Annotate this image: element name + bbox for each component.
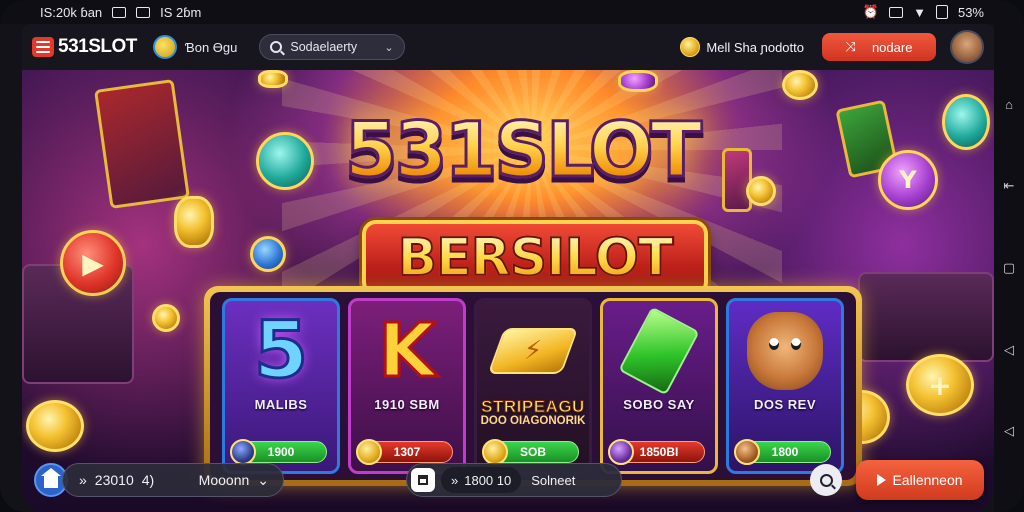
poster-left (94, 79, 190, 209)
reel-name: MALIBS (254, 397, 308, 412)
hero-title: 531SLOT (332, 108, 712, 191)
chevron-down-icon: ⌄ (257, 471, 269, 488)
balance-label: Mell Sha ɲodotto (706, 39, 804, 55)
k-symbol-icon: K (377, 307, 437, 396)
coin-gold-small (152, 304, 180, 332)
envelope-icon (112, 6, 127, 18)
logo-text: 531SLOT (58, 36, 137, 57)
chevron-down-icon[interactable]: ⌄ (384, 41, 393, 54)
gallery-icon (136, 6, 151, 18)
stats-pill[interactable]: » 23010 4) Mooonn ⌄ (62, 463, 284, 497)
coin-gold-top-right (782, 70, 818, 100)
top-cta-button[interactable]: ⤨ nodare (822, 33, 936, 61)
app-screen: ▶ Y + 531SLOT Ɓon Ɵɡu ⌄ (22, 24, 994, 512)
reel-name: SOBO SAY (623, 397, 695, 412)
creature-symbol-icon (747, 309, 823, 393)
slot-machine-right (858, 272, 994, 362)
bolt-symbol-icon (487, 309, 579, 393)
back-triangle-icon[interactable]: ◁ (1001, 342, 1017, 358)
wallet-pill[interactable]: » 1800 10 Solneet (406, 463, 622, 497)
user-chip[interactable]: Ɓon Ɵɡu (152, 35, 238, 59)
nav-triangle-icon[interactable]: ◁ (1001, 423, 1017, 439)
wallet-icon (411, 468, 435, 492)
poster-small (722, 148, 752, 212)
wallet-value-segment: » 1800 10 (441, 467, 522, 493)
chip-purple-right: Y (878, 150, 938, 210)
balance-display: Mell Sha ɲodotto (680, 37, 804, 57)
chip-teal (256, 132, 314, 190)
home-outline-icon[interactable]: ⌂ (1001, 97, 1017, 113)
coin-red-play: ▶ (60, 230, 126, 296)
cast-icon (889, 6, 904, 18)
hero-title-wrap: 531SLOT (332, 108, 712, 191)
top-cta-label: nodare (871, 39, 913, 55)
stats-sep: 4) (141, 472, 155, 488)
bottom-search-button[interactable] (810, 464, 842, 496)
coin-purple-top (618, 70, 658, 92)
swap-icon: ⤨ (845, 39, 856, 54)
gem-symbol-icon (618, 306, 700, 396)
stats-value: 23010 (94, 472, 134, 488)
wifi-icon: ▼ (913, 4, 926, 20)
status-time: IS 2ɓm (160, 4, 202, 20)
search-icon (270, 41, 283, 53)
reel-name: DOS REV (753, 397, 816, 412)
bottom-cta-button[interactable]: Eallenneon (856, 460, 984, 500)
user-chip-label: Ɓon Ɵɡu (184, 39, 238, 55)
coin-gold-bottom-left (26, 400, 84, 452)
coin-gold-plus: + (906, 354, 974, 416)
chip-teal-right (942, 94, 990, 150)
coin-icon (680, 37, 701, 57)
top-app-bar: 531SLOT Ɓon Ɵɡu ⌄ Mell Sha ɲodotto ⤨ nod… (22, 24, 994, 70)
system-nav-bar: ⌂ ⇤ ▢ ◁ ◁ (994, 24, 1024, 512)
back-arrow-icon[interactable]: ⇤ (1001, 178, 1017, 194)
coin-gold-left (174, 196, 214, 248)
alarm-icon: ⏰ (862, 4, 880, 19)
bottom-bar: » 23010 4) Mooonn ⌄ » 1800 10 Solneet Ea… (22, 448, 994, 512)
chevrons-icon: » (451, 472, 459, 488)
chip-blue (250, 236, 286, 272)
reel-subtitle: DOO OIAGONORIK (480, 415, 586, 427)
hero-banner: BERSILOT (362, 220, 708, 296)
status-bar: IS:20k ɓan IS 2ɓm ⏰ ▼ 53% (0, 0, 1024, 24)
wallet-value: 1800 10 (464, 472, 512, 488)
battery-icon (935, 5, 948, 19)
home-icon (41, 468, 61, 488)
user-chip-avatar-icon (152, 35, 177, 59)
stats-label: Mooonn (198, 472, 250, 488)
profile-avatar[interactable] (950, 30, 984, 64)
play-icon (877, 474, 887, 486)
hero-banner-text: BERSILOT (397, 227, 675, 289)
reel-name: STRIPEAGU (481, 397, 585, 417)
recents-icon[interactable]: ▢ (1001, 260, 1017, 276)
phone-frame: IS:20k ɓan IS 2ɓm ⏰ ▼ 53% ⌂ ⇤ ▢ ◁ ◁ ▶ Y … (0, 0, 1024, 512)
reel-name: 1910 SBM (374, 397, 440, 412)
coin-gold-mid-right (746, 176, 776, 206)
chevrons-icon: » (79, 472, 87, 488)
search-icon (819, 473, 833, 487)
search-box[interactable]: ⌄ (259, 34, 406, 60)
app-logo[interactable]: 531SLOT (32, 36, 137, 58)
logo-mark-icon (32, 37, 54, 57)
status-left-text: IS:20k ɓan (40, 4, 103, 20)
wallet-label: Solneet (531, 472, 576, 488)
coin-gold-top-left (258, 70, 288, 88)
search-input[interactable] (290, 40, 377, 54)
battery-percent: 53% (957, 4, 984, 20)
five-symbol-icon: 5 (252, 305, 309, 398)
bottom-cta-label: Eallenneon (892, 472, 963, 488)
